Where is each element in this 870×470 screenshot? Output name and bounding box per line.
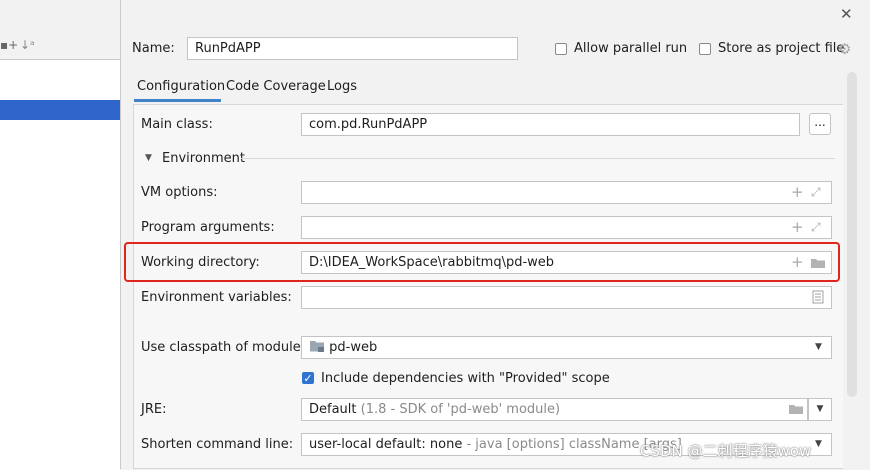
vm-options-add-icon[interactable]: + — [791, 185, 804, 200]
jre-select[interactable]: Default (1.8 - SDK of 'pd-web' module) — [301, 398, 808, 421]
program-arguments-expand-icon[interactable]: ⤢ — [811, 220, 821, 235]
tab-configuration[interactable]: Configuration — [137, 79, 225, 97]
sort-icon[interactable]: ↓ᵃ — [20, 38, 35, 52]
store-project-label: Store as project file — [718, 41, 845, 56]
working-directory-highlight — [124, 242, 840, 282]
jre-value: Default — [309, 402, 357, 417]
program-arguments-input[interactable] — [301, 216, 832, 239]
jre-dropdown-button[interactable]: ▼ — [808, 398, 832, 421]
main-class-label: Main class: — [141, 117, 213, 132]
module-folder-icon — [309, 339, 325, 358]
environment-section-label: Environment — [162, 151, 246, 166]
selected-config-item[interactable] — [0, 100, 120, 120]
environment-variables-input[interactable] — [301, 286, 832, 309]
main-class-browse-button[interactable]: ... — [809, 113, 831, 135]
jre-label: JRE: — [141, 402, 167, 417]
gear-icon[interactable]: ⚙ — [838, 40, 851, 58]
name-label: Name: — [132, 41, 175, 56]
active-tab-indicator — [134, 99, 221, 102]
allow-parallel-checkbox[interactable] — [555, 43, 567, 55]
classpath-module-select[interactable]: pd-web — [301, 336, 832, 359]
classpath-module-value: pd-web — [329, 340, 378, 355]
shorten-cmd-value: user-local default: none — [309, 437, 463, 452]
jre-hint: (1.8 - SDK of 'pd-web' module) — [360, 402, 561, 417]
vm-options-expand-icon[interactable]: ⤢ — [811, 185, 821, 200]
tab-logs[interactable]: Logs — [327, 79, 357, 97]
environment-variables-label: Environment variables: — [141, 290, 292, 305]
section-separator — [241, 158, 835, 159]
shorten-cmd-label: Shorten command line: — [141, 437, 294, 452]
classpath-module-label: Use classpath of module: — [141, 340, 306, 355]
program-arguments-add-icon[interactable]: + — [791, 220, 804, 235]
jre-folder-icon[interactable] — [788, 402, 804, 419]
vm-options-label: VM options: — [141, 185, 218, 200]
add-config-icon[interactable]: ▪+ — [0, 38, 18, 52]
main-class-input[interactable]: com.pd.RunPdAPP — [301, 113, 800, 136]
allow-parallel-label: Allow parallel run — [574, 41, 688, 56]
include-provided-label: Include dependencies with "Provided" sco… — [321, 371, 610, 386]
panel-divider[interactable] — [120, 0, 121, 469]
close-icon[interactable]: ✕ — [840, 5, 853, 23]
run-config-tree — [0, 59, 120, 470]
shorten-chevron-down-icon[interactable]: ▼ — [815, 439, 822, 449]
collapse-triangle-icon[interactable]: ▼ — [145, 153, 152, 163]
vm-options-input[interactable] — [301, 181, 832, 204]
chevron-down-icon[interactable]: ▼ — [815, 342, 822, 352]
watermark: CSDN @二刺程序猿wow — [640, 442, 812, 460]
name-input[interactable]: RunPdAPP — [187, 37, 518, 60]
include-provided-checkbox[interactable]: ✓ — [302, 372, 314, 384]
store-project-checkbox[interactable] — [699, 43, 711, 55]
program-arguments-label: Program arguments: — [141, 220, 275, 235]
tab-code-coverage[interactable]: Code Coverage — [226, 79, 326, 97]
edit-env-vars-icon[interactable] — [812, 290, 824, 308]
vertical-scrollbar[interactable] — [847, 72, 857, 397]
